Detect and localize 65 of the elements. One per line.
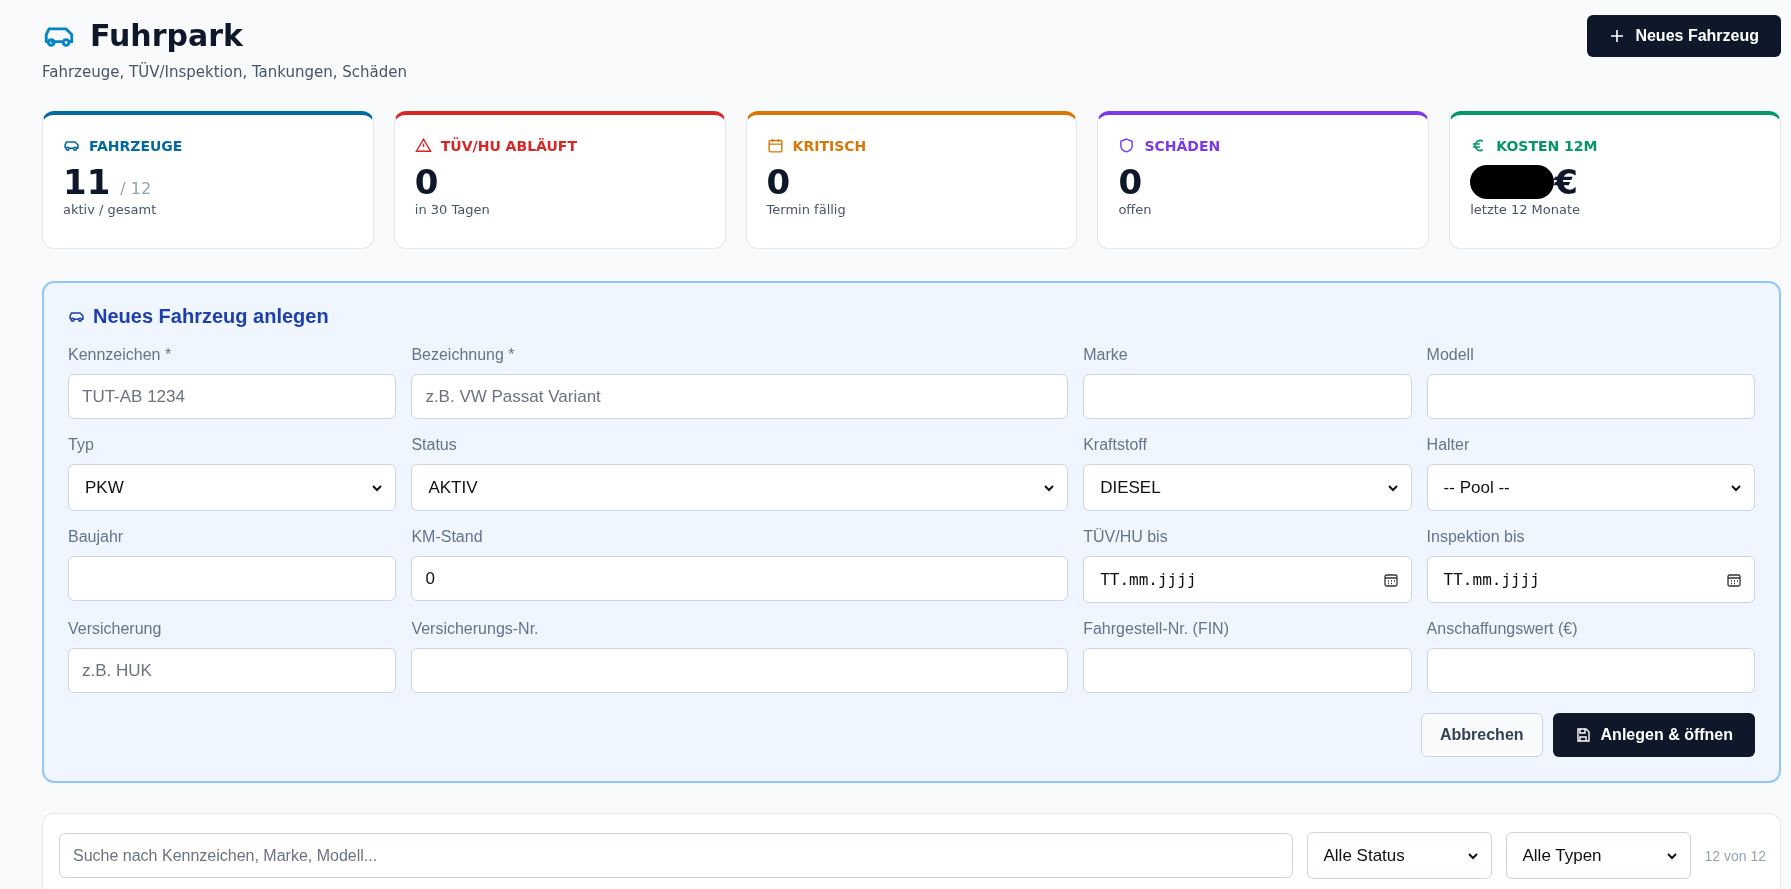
select-field[interactable]: DIESEL [1083, 464, 1412, 511]
date-field[interactable]: TT.mm.jjjj [1426, 556, 1755, 603]
new-vehicle-button[interactable]: Neues Fahrzeug [1587, 15, 1781, 57]
field-label: Marke [1083, 346, 1129, 364]
input-field[interactable] [68, 556, 397, 601]
field-label: Versicherung [68, 620, 163, 638]
select-field[interactable]: -- Pool -- [1426, 464, 1755, 511]
page-subtitle: Fahrzeuge, TÜV/Inspektion, Tankungen, Schäden [42, 63, 408, 81]
card-value: 0 [766, 162, 791, 202]
field-label: Bezeichnung * [411, 346, 516, 364]
shield-icon [1118, 137, 1136, 154]
card-note: letzte 12 Monate [1470, 202, 1582, 217]
card-label: TÜV/HU ABLÄUFT [440, 137, 577, 154]
calendar-icon [1726, 571, 1742, 588]
field-label: Status [411, 436, 458, 454]
field-label: Inspektion bis [1426, 528, 1526, 546]
field-label: Fahrgestell-Nr. (FIN) [1083, 620, 1230, 638]
search-field[interactable]: Suche nach Kennzeichen, Marke, Modell... [59, 833, 1293, 878]
input-field[interactable]: z.B. HUK [68, 648, 397, 693]
card-note: aktiv / gesamt [63, 202, 158, 217]
field-label: TÜV/HU bis [1083, 528, 1169, 546]
input-field[interactable]: z.B. VW Passat Variant [411, 374, 1069, 419]
field-label: Halter [1426, 436, 1471, 454]
cancel-button[interactable]: Abbrechen [1421, 713, 1543, 757]
card-label: KOSTEN 12M [1496, 137, 1598, 154]
save-icon [1574, 727, 1591, 743]
field-label: Versicherungs-Nr. [411, 620, 540, 638]
card-note: in 30 Tagen [414, 202, 491, 217]
calendar-icon [1382, 571, 1399, 588]
field-label: Anschaffungswert (€) [1426, 620, 1579, 638]
select-field[interactable]: PKW [68, 464, 397, 511]
input-field[interactable]: TUT-AB 1234 [68, 374, 397, 419]
type-select[interactable]: Alle Typen [1505, 832, 1691, 879]
input-field[interactable]: 0 [411, 556, 1069, 601]
field-label: Modell [1426, 346, 1475, 364]
field-label: Kennzeichen * [68, 346, 173, 364]
plus-icon [1609, 28, 1626, 44]
form-title: Neues Fahrzeug anlegen [93, 305, 329, 328]
card-value: € [1554, 162, 1578, 202]
page-title: Fuhrpark [90, 18, 243, 53]
card-value: 0 [1118, 162, 1143, 202]
date-field[interactable]: TT.mm.jjjj [1083, 556, 1412, 603]
field-label: Typ [68, 436, 95, 454]
input-field[interactable] [1426, 648, 1755, 693]
card-label: KRITISCH [792, 137, 867, 154]
card-value: 11 [63, 162, 111, 202]
field-label: KM-Stand [411, 528, 484, 546]
card-note: Termin fällig [766, 202, 847, 217]
create-button[interactable]: Anlegen & öffnen [1552, 713, 1755, 757]
calendar-icon [766, 137, 784, 154]
input-field[interactable] [1083, 648, 1412, 693]
status-select[interactable]: Alle Status [1306, 832, 1492, 879]
card-total: / 12 [120, 179, 152, 198]
result-count: 12 von 12 [1704, 847, 1766, 864]
card-label: FAHRZEUGE [89, 137, 183, 154]
card-value: 0 [414, 162, 439, 202]
card-label: SCHÄDEN [1144, 137, 1221, 154]
input-field[interactable] [411, 648, 1069, 693]
field-label: Baujahr [68, 528, 125, 546]
field-label: Kraftstoff [1083, 436, 1148, 454]
input-field[interactable] [1083, 374, 1412, 419]
input-field[interactable] [1426, 374, 1755, 419]
warning-icon [414, 137, 432, 154]
card-note: offen [1118, 202, 1153, 217]
select-field[interactable]: AKTIV [411, 464, 1069, 511]
